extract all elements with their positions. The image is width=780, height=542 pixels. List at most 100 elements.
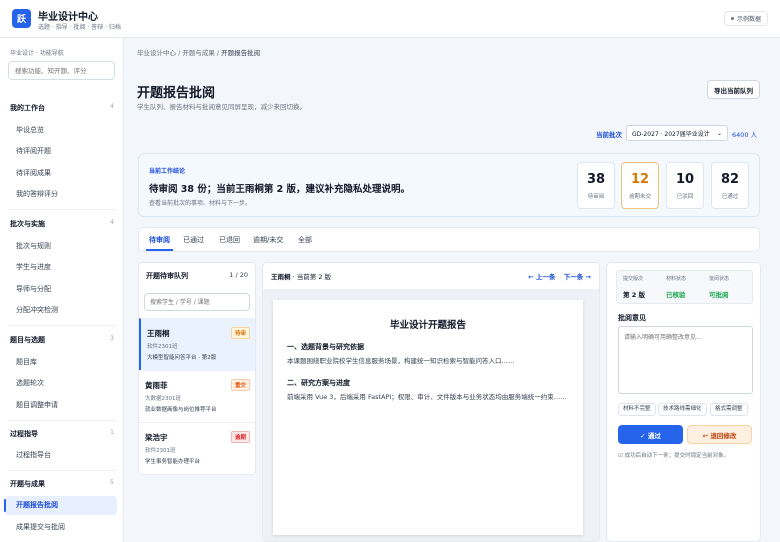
viewer-nav: ← 上一条 下一条 → xyxy=(522,271,591,281)
tab-returned[interactable]: 已退回 xyxy=(219,235,240,245)
batch-select-value: GD-2027 · 2027届毕业设计 xyxy=(632,130,710,138)
review-panel: 提交版次 第 2 版 材料状态 已核验 批阅状态 可批阅 批阅意见 材料不完整 … xyxy=(606,262,761,542)
chevron-down-icon: ⌄ xyxy=(716,129,722,137)
student-name: 黄雨菲 xyxy=(145,381,168,390)
sidebar-item-topic-library[interactable]: 题目库 xyxy=(16,357,37,367)
summary-sub: 查看当前批次的事项、材料与下一步。 xyxy=(149,200,252,207)
pass-button[interactable]: ✓ 通过 xyxy=(618,425,683,444)
sidebar-item-batch-rules[interactable]: 批次与规则 xyxy=(16,241,51,251)
student-name: 梁浩宇 xyxy=(145,433,168,442)
next-button[interactable]: 下一条 → xyxy=(564,273,591,281)
list-item[interactable]: 王雨桐 待审 软件2301班 大模型智能问答平台 · 第2版 xyxy=(139,318,255,370)
sidebar-item-student-progress[interactable]: 学生与进度 xyxy=(16,262,51,272)
sample-data-button[interactable]: 示例数据 xyxy=(723,11,768,26)
breadcrumb: 毕业设计中心 / 开题与成果 / 开题报告批阅 xyxy=(137,47,260,57)
sidebar-item-conflict-check[interactable]: 分配冲突检测 xyxy=(16,305,58,315)
chip-incomplete[interactable]: 材料不完整 xyxy=(618,403,656,416)
sidebar-group-count: 3 xyxy=(110,335,114,342)
info-material: 材料状态 已核验 xyxy=(666,275,686,299)
sidebar-group-batch[interactable]: 批次与实施 4 xyxy=(10,219,114,229)
queue-search-input[interactable] xyxy=(144,293,250,311)
sidebar-group-label: 题目与选题 xyxy=(10,336,45,344)
return-button[interactable]: ↩ 退回修改 xyxy=(687,425,752,444)
info-version: 提交版次 第 2 版 xyxy=(623,275,645,299)
prev-button[interactable]: ← 上一条 xyxy=(528,273,555,281)
sidebar-divider xyxy=(8,420,116,421)
tab-passed[interactable]: 已通过 xyxy=(183,235,204,245)
sidebar-divider xyxy=(8,470,116,471)
sidebar-title: 毕业设计 · 功能导航 xyxy=(10,50,64,57)
stat-number: 82 xyxy=(720,172,740,187)
dot-icon xyxy=(730,17,734,20)
export-queue-button[interactable]: 导出当前队列 xyxy=(707,80,760,99)
review-note: ☑ 成功后自动下一条；提交时锁定当前对象。 xyxy=(618,453,730,459)
sidebar-group-label: 开题与成果 xyxy=(10,480,45,488)
batch-select[interactable]: GD-2027 · 2027届毕业设计 ⌄ xyxy=(626,125,728,141)
queue-title: 开题待审队列 xyxy=(146,272,188,280)
tab-all[interactable]: 全部 xyxy=(298,235,312,245)
chip-tech-route[interactable]: 技术路线需细化 xyxy=(658,403,707,416)
sidebar-group-workbench[interactable]: 我的工作台 4 xyxy=(10,103,114,113)
app-header: 跃 毕业设计中心 选题 · 指导 · 批阅 · 答辩 · 归档 示例数据 xyxy=(0,0,780,38)
stat-label: 待审阅 xyxy=(587,194,605,200)
info-value: 第 2 版 xyxy=(623,291,646,299)
stat-label: 已通过 xyxy=(721,194,739,200)
queue-count: 1 / 20 xyxy=(229,271,248,279)
tab-overdue[interactable]: 逾期/未交 xyxy=(253,235,283,245)
section-text: 本课题围绕职业院校学生信息服务场景，构建统一知识检索与智能问答入口…… xyxy=(287,357,515,365)
stat-pending[interactable]: 38 待审阅 xyxy=(577,162,615,209)
sidebar-item-proposal-review[interactable]: 开题报告批阅 xyxy=(4,496,117,515)
stat-number: 38 xyxy=(586,172,606,187)
student-topic: 大模型智能问答平台 · 第2版 xyxy=(147,355,217,361)
review-title: 批阅意见 xyxy=(618,314,646,322)
sidebar-group-count: 1 xyxy=(110,429,114,436)
document-title: 毕业设计开题报告 xyxy=(389,320,466,331)
stat-number: 12 xyxy=(630,172,650,187)
sidebar-divider xyxy=(8,325,116,326)
review-comment-input[interactable] xyxy=(618,326,753,394)
sidebar-item-pending-result[interactable]: 待评阅成果 xyxy=(16,168,51,178)
stat-label: 逾期未交 xyxy=(628,194,651,200)
stat-overdue[interactable]: 12 逾期未交 xyxy=(621,162,659,209)
info-label: 材料状态 xyxy=(666,276,687,282)
student-class: 软件2301班 xyxy=(147,344,178,350)
sidebar-group-label: 过程指导 xyxy=(10,430,38,438)
sidebar-item-defense-score[interactable]: 我的答辩评分 xyxy=(16,189,58,199)
stat-number: 10 xyxy=(675,172,695,187)
sidebar-group-proposal-results[interactable]: 开题与成果 5 xyxy=(10,479,114,489)
status-badge: 待审 xyxy=(230,327,250,339)
sidebar-item-mentor-assign[interactable]: 导师与分配 xyxy=(16,284,51,294)
sidebar-group-count: 5 xyxy=(110,479,114,486)
app-subtitle: 选题 · 指导 · 批阅 · 答辩 · 归档 xyxy=(38,24,121,31)
sidebar-group-count: 4 xyxy=(110,103,114,110)
sidebar-item-selection-rounds[interactable]: 选题轮次 xyxy=(16,378,44,388)
breadcrumb-current: 开题报告批阅 xyxy=(221,49,261,57)
sidebar-group-topics[interactable]: 题目与选题 3 xyxy=(10,335,114,345)
breadcrumb-path[interactable]: 毕业设计中心 / 开题与成果 / xyxy=(137,49,221,57)
chip-format[interactable]: 格式需调整 xyxy=(710,403,748,416)
stat-rejected[interactable]: 10 已驳回 xyxy=(666,162,704,209)
batch-count: 6400 人 xyxy=(732,131,758,139)
sidebar-group-label: 我的工作台 xyxy=(10,104,45,112)
sidebar-item-overview[interactable]: 毕设总览 xyxy=(16,125,44,135)
info-review-status: 批阅状态 可批阅 xyxy=(709,275,729,299)
sidebar-item-topic-adjust[interactable]: 题目调整申请 xyxy=(16,400,58,410)
status-badge: 逾期 xyxy=(230,431,250,443)
student-topic: 就业数据画像与岗位推荐平台 xyxy=(145,407,217,413)
document-page: 毕业设计开题报告 一、选题背景与研究依据 本课题围绕职业院校学生信息服务场景，构… xyxy=(273,300,583,535)
stat-passed[interactable]: 82 已通过 xyxy=(711,162,749,209)
status-badge: 重交 xyxy=(230,379,250,391)
info-label: 提交版次 xyxy=(623,276,644,282)
sidebar-group-guidance[interactable]: 过程指导 1 xyxy=(10,429,114,439)
sidebar-item-guidance-desk[interactable]: 过程指导台 xyxy=(16,450,51,460)
list-item[interactable]: 梁浩宇 逾期 软件2301班 学生事务智能办理平台 xyxy=(139,422,255,474)
sidebar-search-input[interactable] xyxy=(8,61,115,80)
tab-pending[interactable]: 待审阅 xyxy=(146,235,173,251)
sidebar-item-result-submission[interactable]: 成果提交与批阅 xyxy=(16,522,65,532)
summary-text: 待审阅 38 份；当前王雨桐第 2 版，建议补充隐私处理说明。 xyxy=(149,184,411,195)
viewer-version: · 当前第 2 版 xyxy=(290,273,331,281)
student-topic: 学生事务智能办理平台 xyxy=(145,459,201,465)
sidebar-item-pending-proposal[interactable]: 待评阅开题 xyxy=(16,146,51,156)
list-item[interactable]: 黄雨菲 重交 大数据2301班 就业数据画像与岗位推荐平台 xyxy=(139,370,255,422)
summary-panel: 当前工作结论 待审阅 38 份；当前王雨桐第 2 版，建议补充隐私处理说明。 查… xyxy=(138,153,760,217)
